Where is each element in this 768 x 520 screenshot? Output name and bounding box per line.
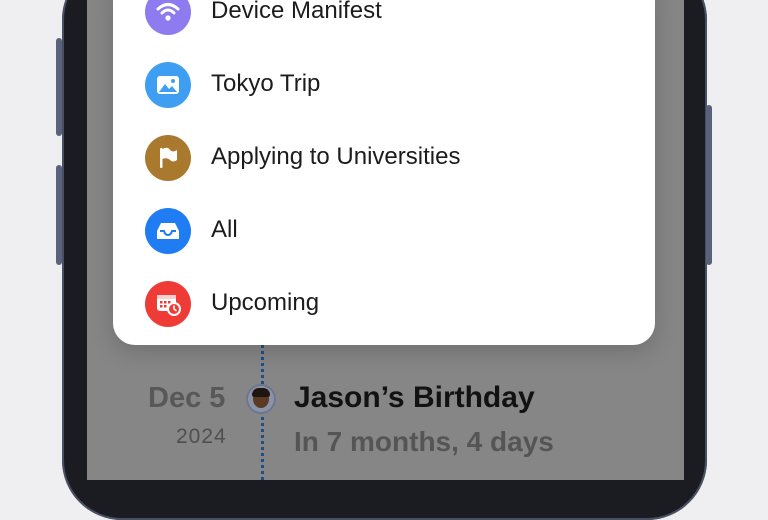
event-title[interactable]: Jason’s Birthday — [294, 381, 535, 415]
menu-item-label: Applying to Universities — [211, 143, 461, 170]
event-countdown: In 7 months, 4 days — [294, 426, 554, 457]
event-date: Dec 5 — [148, 382, 226, 414]
photo-icon — [145, 62, 191, 108]
menu-item-label: Device Manifest — [211, 0, 382, 24]
event-year: 2024 — [176, 425, 227, 448]
list-picker-menu: Device Manifest Tokyo Trip Applying to U… — [113, 0, 655, 345]
calendar-clock-icon — [145, 281, 191, 327]
menu-item-label: All — [211, 216, 238, 243]
tray-icon — [145, 208, 191, 254]
menu-item-label: Tokyo Trip — [211, 70, 321, 97]
avatar — [246, 384, 276, 414]
flag-icon — [145, 135, 191, 181]
menu-item-applying-to-universities[interactable]: Applying to Universities — [113, 121, 655, 194]
side-button-left-2 — [56, 165, 62, 265]
menu-item-all[interactable]: All — [113, 194, 655, 267]
side-button-left-1 — [56, 38, 62, 136]
side-button-right — [706, 105, 712, 265]
menu-item-label: Upcoming — [211, 289, 320, 316]
avatar-hair — [252, 388, 270, 397]
wifi-icon — [145, 0, 191, 35]
menu-item-device-manifest[interactable]: Device Manifest — [113, 0, 655, 48]
menu-item-upcoming[interactable]: Upcoming — [113, 267, 655, 340]
menu-item-tokyo-trip[interactable]: Tokyo Trip — [113, 48, 655, 121]
